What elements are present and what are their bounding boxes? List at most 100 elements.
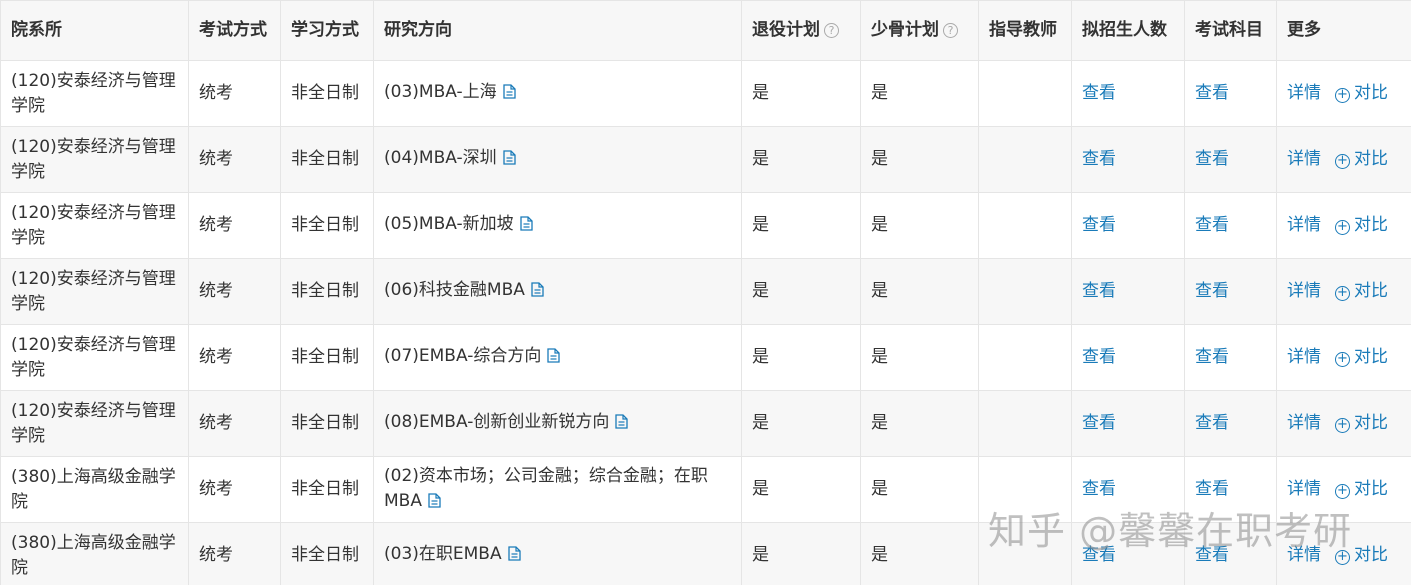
cell-direction: (07)EMBA-综合方向 [373, 324, 742, 391]
dept-text: (380)上海高级金融学院 [11, 532, 176, 578]
view-enroll-count-link[interactable]: 查看 [1082, 215, 1116, 235]
cell-exam-mode: 统考 [188, 192, 281, 259]
header-backbone-plan: 少骨计划? [860, 0, 979, 61]
cell-advisor [978, 522, 1072, 585]
cell-retired-plan: 是 [741, 324, 861, 391]
view-subjects-link[interactable]: 查看 [1195, 83, 1229, 103]
view-enroll-count-link[interactable]: 查看 [1082, 545, 1116, 565]
compare-label: 对比 [1354, 281, 1388, 301]
question-circle-icon[interactable]: ? [824, 23, 839, 38]
table-row: (120)安泰经济与管理学院 统考 非全日制 (03)MBA-上海 是 是 查看… [0, 60, 1411, 127]
table-row: (120)安泰经济与管理学院 统考 非全日制 (08)EMBA-创新创业新锐方向… [0, 390, 1411, 457]
cell-backbone-plan: 是 [860, 390, 979, 457]
plus-circle-icon: + [1335, 286, 1350, 301]
compare-label: 对比 [1354, 413, 1388, 433]
cell-dept: (120)安泰经济与管理学院 [0, 60, 189, 127]
cell-enroll-count: 查看 [1071, 192, 1185, 259]
table-row: (120)安泰经济与管理学院 统考 非全日制 (06)科技金融MBA 是 是 查… [0, 258, 1411, 325]
compare-button[interactable]: + 对比 [1335, 149, 1388, 169]
cell-advisor [978, 324, 1072, 391]
plus-circle-icon: + [1335, 154, 1350, 169]
cell-exam-mode: 统考 [188, 522, 281, 585]
view-subjects-link[interactable]: 查看 [1195, 545, 1229, 565]
detail-link[interactable]: 详情 [1287, 545, 1321, 565]
cell-enroll-count: 查看 [1071, 390, 1185, 457]
detail-link[interactable]: 详情 [1287, 413, 1321, 433]
cell-study-mode: 非全日制 [280, 456, 374, 523]
backbone-plan-value: 是 [871, 413, 888, 433]
detail-link[interactable]: 详情 [1287, 215, 1321, 235]
cell-enroll-count: 查看 [1071, 324, 1185, 391]
compare-button[interactable]: + 对比 [1335, 281, 1388, 301]
document-icon[interactable] [507, 544, 521, 569]
cell-study-mode: 非全日制 [280, 522, 374, 585]
cell-direction: (08)EMBA-创新创业新锐方向 [373, 390, 742, 457]
compare-button[interactable]: + 对比 [1335, 413, 1388, 433]
compare-label: 对比 [1354, 149, 1388, 169]
detail-link[interactable]: 详情 [1287, 281, 1321, 301]
compare-button[interactable]: + 对比 [1335, 83, 1388, 103]
view-subjects-link[interactable]: 查看 [1195, 281, 1229, 301]
document-icon[interactable] [502, 148, 516, 173]
document-icon[interactable] [531, 280, 544, 305]
retired-plan-value: 是 [752, 149, 769, 169]
view-subjects-link[interactable]: 查看 [1195, 413, 1229, 433]
header-dept: 院系所 [0, 0, 189, 61]
compare-label: 对比 [1354, 215, 1388, 235]
cell-more: 详情 + 对比 [1276, 192, 1411, 259]
detail-link[interactable]: 详情 [1287, 479, 1321, 499]
cell-more: 详情 + 对比 [1276, 522, 1411, 585]
study-mode-text: 非全日制 [291, 281, 359, 301]
plus-circle-icon: + [1335, 550, 1350, 565]
detail-link[interactable]: 详情 [1287, 347, 1321, 367]
study-mode-text: 非全日制 [291, 83, 359, 103]
detail-link[interactable]: 详情 [1287, 83, 1321, 103]
header-enroll-count: 拟招生人数 [1071, 0, 1185, 61]
cell-backbone-plan: 是 [860, 60, 979, 127]
cell-backbone-plan: 是 [860, 324, 979, 391]
cell-retired-plan: 是 [741, 60, 861, 127]
view-enroll-count-link[interactable]: 查看 [1082, 413, 1116, 433]
document-icon[interactable] [615, 412, 629, 437]
cell-enroll-count: 查看 [1071, 126, 1185, 193]
study-mode-text: 非全日制 [291, 413, 359, 433]
cell-more: 详情 + 对比 [1276, 258, 1411, 325]
compare-button[interactable]: + 对比 [1335, 545, 1388, 565]
view-enroll-count-link[interactable]: 查看 [1082, 83, 1116, 103]
study-mode-text: 非全日制 [291, 479, 359, 499]
view-enroll-count-link[interactable]: 查看 [1082, 479, 1116, 499]
view-enroll-count-link[interactable]: 查看 [1082, 281, 1116, 301]
dept-text: (120)安泰经济与管理学院 [11, 70, 176, 116]
cell-exam-mode: 统考 [188, 126, 281, 193]
compare-button[interactable]: + 对比 [1335, 347, 1388, 367]
cell-advisor [978, 258, 1072, 325]
view-enroll-count-link[interactable]: 查看 [1082, 347, 1116, 367]
cell-exam-mode: 统考 [188, 390, 281, 457]
retired-plan-value: 是 [752, 215, 769, 235]
question-circle-icon[interactable]: ? [943, 23, 958, 38]
backbone-plan-value: 是 [871, 149, 888, 169]
view-subjects-link[interactable]: 查看 [1195, 347, 1229, 367]
document-icon[interactable] [428, 491, 441, 516]
cell-exam-mode: 统考 [188, 258, 281, 325]
exam-mode-text: 统考 [199, 413, 233, 433]
compare-label: 对比 [1354, 545, 1388, 565]
cell-exam-mode: 统考 [188, 324, 281, 391]
compare-button[interactable]: + 对比 [1335, 479, 1388, 499]
document-icon[interactable] [547, 346, 561, 371]
dept-text: (380)上海高级金融学院 [11, 466, 176, 512]
detail-link[interactable]: 详情 [1287, 149, 1321, 169]
view-enroll-count-link[interactable]: 查看 [1082, 149, 1116, 169]
document-icon[interactable] [502, 82, 516, 107]
compare-button[interactable]: + 对比 [1335, 215, 1388, 235]
direction-text: (07)EMBA-综合方向 [384, 346, 542, 366]
document-icon[interactable] [519, 214, 533, 239]
cell-retired-plan: 是 [741, 522, 861, 585]
view-subjects-link[interactable]: 查看 [1195, 479, 1229, 499]
cell-dept: (120)安泰经济与管理学院 [0, 324, 189, 391]
cell-study-mode: 非全日制 [280, 192, 374, 259]
view-subjects-link[interactable]: 查看 [1195, 215, 1229, 235]
study-mode-text: 非全日制 [291, 545, 359, 565]
dept-text: (120)安泰经济与管理学院 [11, 268, 176, 314]
view-subjects-link[interactable]: 查看 [1195, 149, 1229, 169]
